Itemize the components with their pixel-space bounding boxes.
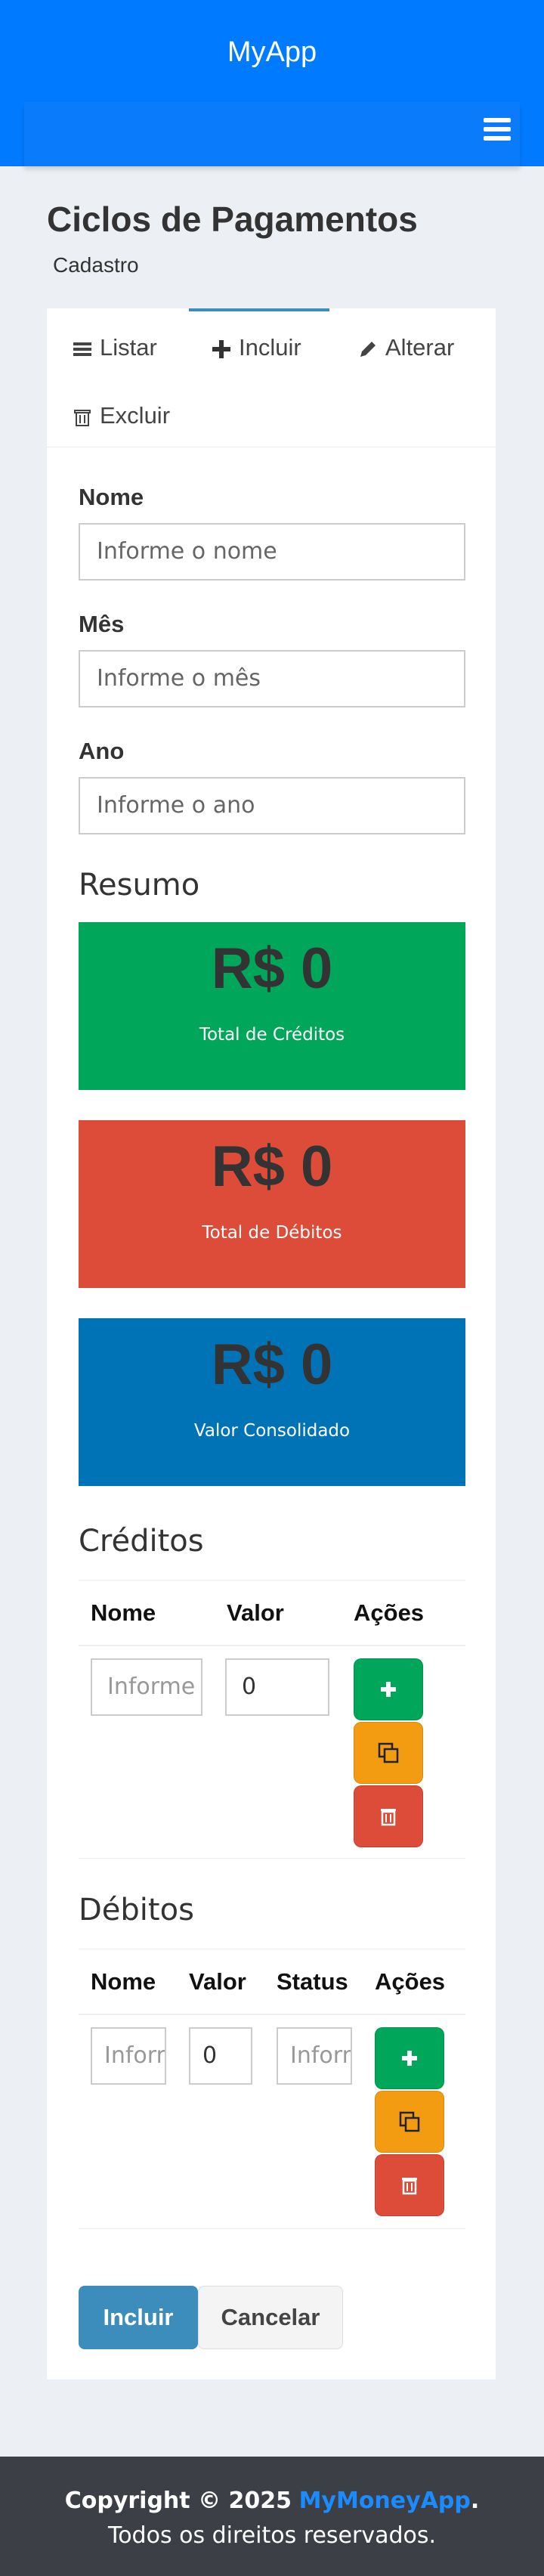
month-label: Mês <box>79 611 125 637</box>
footer-text: Copyright © 2025 MyMoneyApp. Todos os di… <box>64 2488 480 2549</box>
divider <box>79 1580 465 1581</box>
year-input[interactable]: Informe o ano <box>79 777 465 834</box>
delete-credit-button[interactable] <box>354 1785 423 1847</box>
plus-icon <box>212 338 231 358</box>
debit-status-input[interactable]: Informe o status <box>277 2027 352 2085</box>
page-footer: Copyright © 2025 MyMoneyApp. Todos os di… <box>0 2457 544 2576</box>
debits-header-actions: Ações <box>375 1968 446 1995</box>
credits-total-value: R$ 0 <box>211 937 333 1001</box>
debits-total-value: R$ 0 <box>211 1135 333 1199</box>
tab-excluir[interactable]: Excluir <box>73 402 170 429</box>
submit-button[interactable]: Incluir <box>79 2286 198 2349</box>
debit-value-input[interactable]: 0 <box>189 2027 252 2085</box>
clone-icon <box>354 1723 422 1783</box>
tab-label: Alterar <box>385 334 455 361</box>
divider <box>79 1645 465 1646</box>
navbar <box>24 102 520 166</box>
trash-icon <box>376 2155 444 2215</box>
add-credit-button[interactable] <box>354 1658 423 1720</box>
divider <box>79 2228 465 2229</box>
clone-debit-button[interactable] <box>375 2091 444 2153</box>
form-card: Listar Incluir Alterar Excluir Nome Info… <box>47 308 496 2379</box>
name-label: Nome <box>79 484 144 510</box>
debits-header-status: Status <box>277 1968 348 1995</box>
trash-icon <box>73 406 92 426</box>
plus-icon <box>354 1659 422 1720</box>
tab-label: Excluir <box>100 402 171 429</box>
consolidated-summary-box: R$ 0 Valor Consolidado <box>79 1318 465 1486</box>
pencil-icon <box>358 338 378 358</box>
app-title: MyApp <box>227 36 317 68</box>
footer-brand-link[interactable]: MyMoneyApp <box>299 2488 471 2514</box>
trash-icon <box>354 1786 422 1847</box>
add-debit-button[interactable] <box>375 2027 444 2089</box>
divider <box>79 1858 465 1859</box>
debits-header-name: Nome <box>91 1968 156 1995</box>
tab-label: Listar <box>100 334 157 361</box>
tab-incluir[interactable]: Incluir <box>212 334 301 361</box>
footer-copyright: Copyright © 2025 <box>64 2488 292 2514</box>
credit-value-input[interactable]: 0 <box>225 1658 329 1716</box>
page-subtitle: Cadastro <box>53 253 139 277</box>
cancel-button[interactable]: Cancelar <box>198 2286 343 2349</box>
credits-title: Créditos <box>79 1524 204 1559</box>
active-tab-indicator <box>189 308 329 311</box>
clone-credit-button[interactable] <box>354 1722 423 1784</box>
divider <box>79 2014 465 2015</box>
consolidated-label: Valor Consolidado <box>193 1421 351 1441</box>
delete-debit-button[interactable] <box>375 2154 444 2216</box>
tab-label: Incluir <box>239 334 301 361</box>
month-input[interactable]: Informe o mês <box>79 650 465 707</box>
credits-header-name: Nome <box>91 1599 156 1626</box>
bars-icon <box>73 338 92 358</box>
clone-icon <box>376 2091 444 2152</box>
credits-summary-box: R$ 0 Total de Créditos <box>79 922 465 1090</box>
name-input[interactable]: Informe o nome <box>79 523 465 581</box>
credits-header-value: Valor <box>227 1599 284 1626</box>
year-label: Ano <box>79 738 125 764</box>
tab-bar: Listar Incluir Alterar Excluir <box>47 308 496 447</box>
footer-suffix: Todos os direitos reservados. <box>107 2522 437 2549</box>
app-header: MyApp <box>0 0 544 166</box>
tab-listar[interactable]: Listar <box>73 334 157 361</box>
summary-title: Resumo <box>79 868 200 903</box>
tab-alterar[interactable]: Alterar <box>358 334 454 361</box>
page-title: Ciclos de Pagamentos <box>47 200 418 239</box>
debits-title: Débitos <box>79 1893 194 1927</box>
debits-header-value: Valor <box>189 1968 246 1995</box>
debits-summary-box: R$ 0 Total de Débitos <box>79 1120 465 1288</box>
consolidated-value: R$ 0 <box>211 1333 333 1397</box>
debit-name-input[interactable]: Informe o nome <box>91 2027 166 2085</box>
credits-header-actions: Ações <box>354 1599 425 1626</box>
credit-name-input[interactable]: Informe o nome <box>91 1658 202 1716</box>
debits-total-label: Total de Débitos <box>202 1223 342 1243</box>
plus-icon <box>376 2028 444 2088</box>
credits-total-label: Total de Créditos <box>199 1025 345 1045</box>
menu-toggle-icon[interactable] <box>484 118 511 141</box>
